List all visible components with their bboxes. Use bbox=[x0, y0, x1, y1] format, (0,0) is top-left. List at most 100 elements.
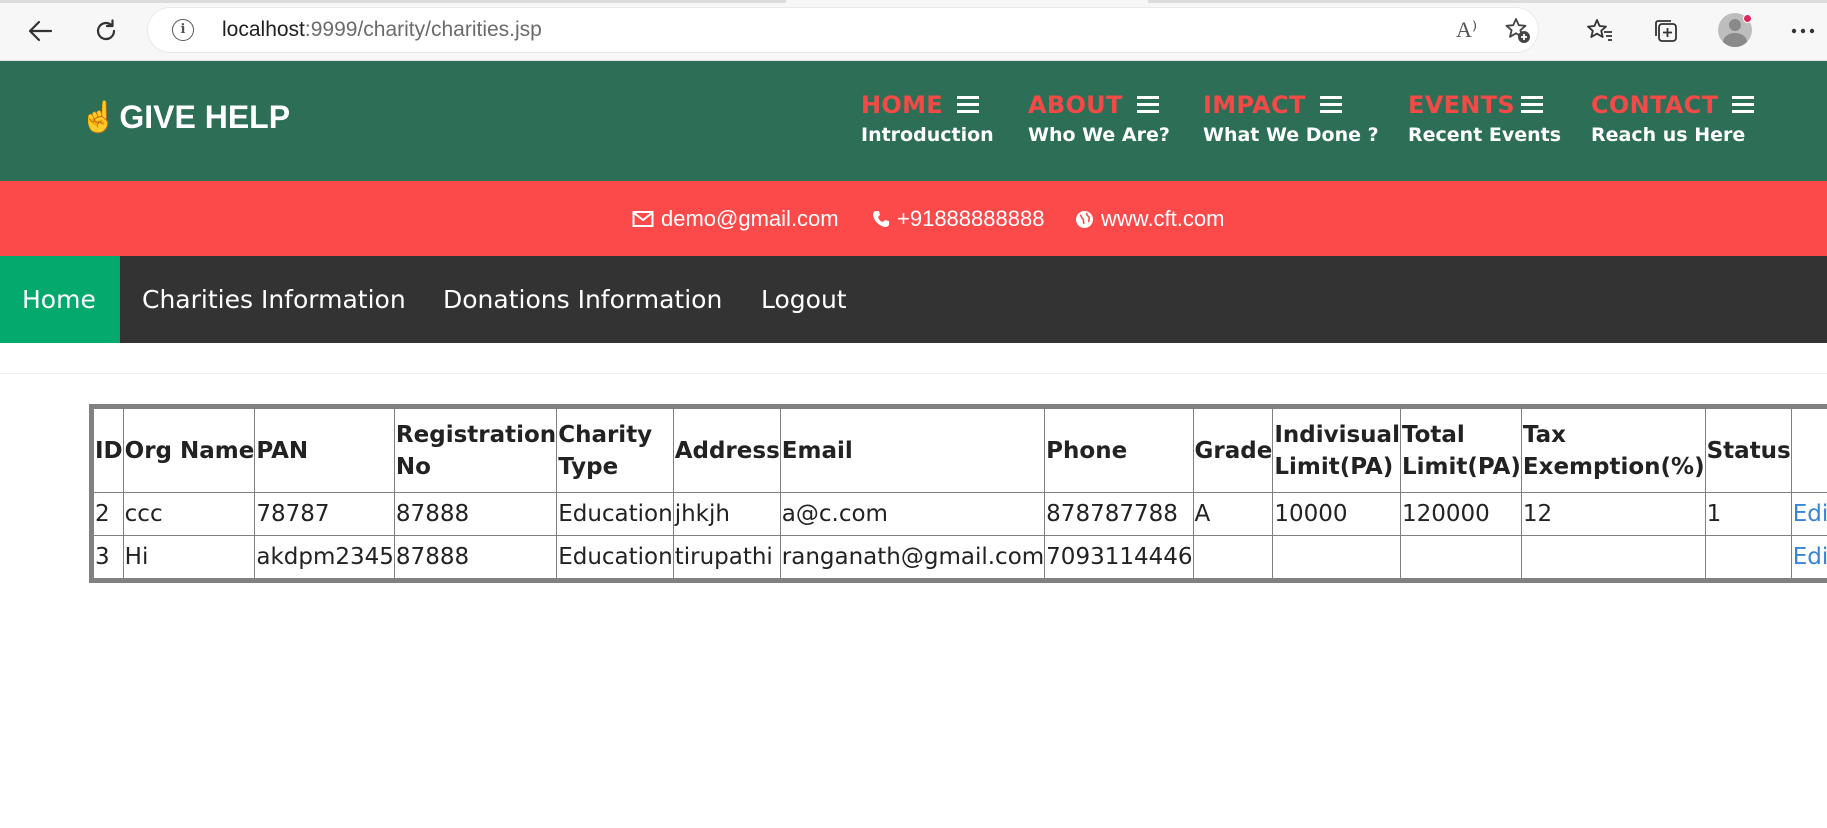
site-logo[interactable]: ☝ GIVE HELP bbox=[80, 99, 290, 136]
main-navigation: Home Charities Information Donations Inf… bbox=[0, 256, 1827, 343]
topnav-home[interactable]: HOME Introduction bbox=[861, 91, 994, 146]
more-menu-button[interactable] bbox=[1784, 12, 1822, 50]
phone-text: +91888888888 bbox=[897, 206, 1045, 231]
favorites-icon bbox=[1587, 19, 1612, 41]
read-aloud-icon[interactable]: A⁾ bbox=[1456, 17, 1477, 43]
divider bbox=[0, 373, 1827, 374]
topnav-subtitle: What We Done ? bbox=[1203, 124, 1379, 146]
site-header: ☝ GIVE HELP HOME Introduction ABOUT Who … bbox=[0, 61, 1827, 181]
refresh-icon bbox=[96, 19, 116, 41]
cell-email: a@c.com bbox=[779, 492, 1046, 536]
cell-registration-no: 87888 bbox=[393, 492, 558, 536]
more-dots-icon bbox=[1791, 28, 1815, 34]
cell-charity-type: Education bbox=[556, 535, 674, 579]
cell-registration-no: 87888 bbox=[393, 535, 558, 579]
cell-grade bbox=[1192, 535, 1274, 579]
cell-action: Edit bbox=[1790, 535, 1827, 579]
topnav-contact[interactable]: CONTACT Reach us Here bbox=[1591, 91, 1755, 146]
address-bar[interactable]: i localhost:9999/charity/charities.jsp A… bbox=[148, 8, 1538, 52]
topnav-events[interactable]: EVENTS Recent Events bbox=[1408, 91, 1561, 146]
topnav-title: IMPACT bbox=[1203, 91, 1306, 119]
nav-logout[interactable]: Logout bbox=[761, 256, 847, 343]
col-header-tax-exemption: Tax Exemption(%) bbox=[1520, 408, 1706, 493]
col-header-grade: Grade bbox=[1192, 408, 1274, 493]
table-header-row: ID Org Name PAN Registration No Charity … bbox=[93, 408, 1827, 493]
col-header-pan: PAN bbox=[254, 408, 395, 493]
topnav-subtitle: Reach us Here bbox=[1591, 124, 1746, 146]
cell-email: ranganath@gmail.com bbox=[779, 535, 1046, 579]
topnav-title: EVENTS bbox=[1408, 91, 1515, 119]
favorites-button[interactable] bbox=[1581, 12, 1619, 50]
arrow-left-icon bbox=[28, 20, 53, 42]
col-header-total-limit: Total Limit(PA) bbox=[1399, 408, 1522, 493]
tab-strip-edge bbox=[0, 0, 1827, 3]
topnav-about[interactable]: ABOUT Who We Are? bbox=[1028, 91, 1170, 146]
cell-individual-limit: 10000 bbox=[1272, 492, 1401, 536]
topnav-title: CONTACT bbox=[1591, 91, 1719, 119]
back-button[interactable] bbox=[21, 12, 59, 50]
col-header-address: Address bbox=[672, 408, 781, 493]
refresh-button[interactable] bbox=[87, 12, 125, 50]
cell-id: 2 bbox=[93, 492, 124, 536]
cell-action: Edit bbox=[1790, 492, 1827, 536]
cell-org-name: ccc bbox=[122, 492, 256, 536]
cell-pan: akdpm2345 bbox=[254, 535, 395, 579]
col-header-charity-type: Charity Type bbox=[556, 408, 674, 493]
cell-org-name: Hi bbox=[122, 535, 256, 579]
cell-phone: 878787788 bbox=[1044, 492, 1194, 536]
cell-total-limit bbox=[1399, 535, 1522, 579]
url-text[interactable]: localhost:9999/charity/charities.jsp bbox=[222, 18, 542, 42]
col-header-org-name: Org Name bbox=[122, 408, 256, 493]
col-header-phone: Phone bbox=[1044, 408, 1194, 493]
col-header-registration-no: Registration No bbox=[393, 408, 558, 493]
notification-dot bbox=[1743, 14, 1752, 23]
cell-address: tirupathi bbox=[672, 535, 781, 579]
charities-table: ID Org Name PAN Registration No Charity … bbox=[93, 408, 1827, 579]
site-info-icon[interactable]: i bbox=[172, 19, 194, 41]
edit-link[interactable]: Edit bbox=[1793, 501, 1827, 527]
add-favorite-icon[interactable] bbox=[1504, 17, 1532, 49]
nav-donations-information[interactable]: Donations Information bbox=[443, 256, 722, 343]
hamburger-icon bbox=[1319, 96, 1342, 114]
charities-table-frame: ID Org Name PAN Registration No Charity … bbox=[89, 404, 1827, 583]
hamburger-icon bbox=[1732, 96, 1755, 114]
topnav-impact[interactable]: IMPACT What We Done ? bbox=[1203, 91, 1379, 146]
nav-charities-information[interactable]: Charities Information bbox=[142, 256, 406, 343]
collections-button[interactable] bbox=[1647, 12, 1685, 50]
website-text: www.cft.com bbox=[1101, 206, 1225, 231]
cell-status bbox=[1704, 535, 1792, 579]
hamburger-icon bbox=[956, 96, 979, 114]
topnav-subtitle: Introduction bbox=[861, 124, 994, 146]
cell-individual-limit bbox=[1272, 535, 1401, 579]
contact-phone: +91888888888 bbox=[872, 206, 1044, 232]
table-row: 3 Hi akdpm2345 87888 Education tirupathi… bbox=[93, 535, 1827, 579]
hand-pointing-up-icon: ☝ bbox=[80, 101, 118, 134]
contact-email: demo@gmail.com bbox=[632, 206, 839, 232]
globe-icon bbox=[1075, 210, 1094, 229]
nav-home[interactable]: Home bbox=[0, 256, 120, 343]
hamburger-icon bbox=[1520, 96, 1543, 114]
topnav-title: ABOUT bbox=[1028, 91, 1123, 119]
col-header-action bbox=[1790, 408, 1827, 493]
envelope-icon bbox=[632, 210, 654, 228]
col-header-individual-limit: Indivisual Limit(PA) bbox=[1272, 408, 1401, 493]
topnav-subtitle: Who We Are? bbox=[1028, 124, 1170, 146]
edit-link[interactable]: Edit bbox=[1793, 544, 1827, 570]
cell-status: 1 bbox=[1704, 492, 1792, 536]
collections-icon bbox=[1655, 20, 1677, 42]
cell-pan: 78787 bbox=[254, 492, 395, 536]
logo-text: GIVE HELP bbox=[119, 99, 291, 135]
col-header-email: Email bbox=[779, 408, 1046, 493]
cell-id: 3 bbox=[93, 535, 124, 579]
browser-toolbar: i localhost:9999/charity/charities.jsp A… bbox=[0, 0, 1827, 61]
hamburger-icon bbox=[1136, 96, 1159, 114]
cell-tax-exemption: 12 bbox=[1520, 492, 1706, 536]
cell-charity-type: Education bbox=[556, 492, 674, 536]
phone-icon bbox=[872, 210, 890, 228]
email-text: demo@gmail.com bbox=[661, 206, 839, 231]
cell-tax-exemption bbox=[1520, 535, 1706, 579]
col-header-status: Status bbox=[1704, 408, 1792, 493]
contact-info-bar: demo@gmail.com +91888888888 www.cft.com bbox=[0, 181, 1827, 256]
table-row: 2 ccc 78787 87888 Education jhkjh a@c.co… bbox=[93, 492, 1827, 536]
topnav-title: HOME bbox=[861, 91, 943, 119]
